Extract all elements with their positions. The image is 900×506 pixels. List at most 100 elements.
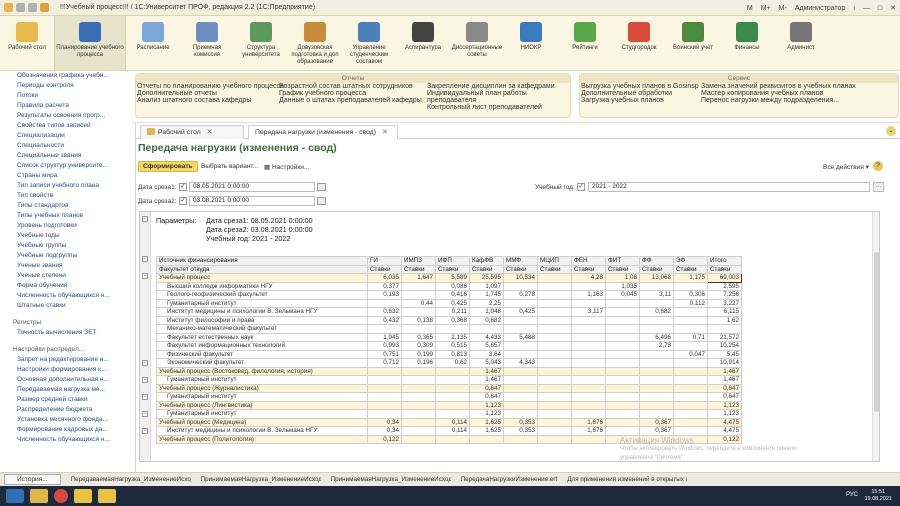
calendar-icon[interactable] bbox=[317, 197, 326, 205]
table-cell[interactable]: 6,496 bbox=[639, 332, 674, 342]
table-cell[interactable]: 0,62 bbox=[435, 358, 470, 368]
table-cell[interactable] bbox=[605, 409, 640, 419]
table-cell[interactable]: 5,45 bbox=[707, 349, 742, 359]
clock[interactable]: 15:51 19.08.2021 bbox=[864, 489, 892, 503]
section-14[interactable]: Админист bbox=[774, 16, 828, 70]
table-cell[interactable] bbox=[435, 392, 470, 402]
header-cell[interactable]: Ставки bbox=[605, 264, 640, 274]
table-cell[interactable]: 3,64 bbox=[469, 349, 504, 359]
table-cell[interactable]: 0,086 bbox=[435, 281, 470, 291]
table-cell[interactable] bbox=[401, 366, 436, 376]
forward-icon[interactable] bbox=[28, 3, 37, 12]
window-control-0[interactable]: M bbox=[747, 5, 753, 12]
command-link[interactable]: Дополнительные обработки bbox=[581, 90, 701, 97]
table-cell[interactable] bbox=[639, 375, 674, 385]
table-cell[interactable] bbox=[537, 290, 572, 300]
date2-checkbox[interactable]: ✓ bbox=[179, 197, 187, 205]
section-8[interactable]: Диссертационные советы bbox=[450, 16, 504, 70]
table-cell[interactable] bbox=[435, 324, 470, 334]
table-cell[interactable] bbox=[605, 307, 640, 317]
header-cell[interactable]: ЭФ bbox=[673, 256, 708, 266]
table-cell[interactable] bbox=[537, 358, 572, 368]
table-cell[interactable] bbox=[605, 383, 640, 393]
table-cell[interactable] bbox=[537, 375, 572, 385]
table-cell[interactable] bbox=[503, 375, 538, 385]
table-cell[interactable] bbox=[367, 383, 402, 393]
command-link[interactable]: Возрастной состав штатных сотрудников bbox=[279, 83, 427, 90]
section-9[interactable]: НИОКР bbox=[504, 16, 558, 70]
table-cell[interactable] bbox=[401, 417, 436, 427]
table-cell[interactable] bbox=[367, 409, 402, 419]
table-cell[interactable]: 0,211 bbox=[435, 307, 470, 317]
table-cell[interactable] bbox=[435, 366, 470, 376]
table-cell[interactable]: 1,175 bbox=[673, 273, 708, 283]
section-1[interactable]: Планирование учебного процесса bbox=[54, 16, 126, 70]
table-cell[interactable]: 0,047 bbox=[673, 349, 708, 359]
table-cell[interactable] bbox=[605, 349, 640, 359]
table-cell[interactable]: Гуманитарный институт bbox=[156, 375, 368, 385]
sidebar-item[interactable]: Периоды контроля bbox=[0, 81, 133, 91]
table-cell[interactable]: 0,353 bbox=[503, 417, 538, 427]
table-cell[interactable]: 0,353 bbox=[503, 426, 538, 436]
table-cell[interactable]: 0,416 bbox=[435, 290, 470, 300]
table-cell[interactable]: Механико-математический факультет bbox=[156, 324, 368, 334]
table-cell[interactable] bbox=[639, 349, 674, 359]
table-cell[interactable] bbox=[367, 366, 402, 376]
sidebar-item[interactable]: Ученые степени bbox=[0, 271, 133, 281]
table-cell[interactable] bbox=[639, 383, 674, 393]
table-cell[interactable]: 0,647 bbox=[469, 392, 504, 402]
table-cell[interactable]: 0,515 bbox=[435, 341, 470, 351]
collapse-icon[interactable]: − bbox=[142, 377, 148, 383]
sidebar-item[interactable]: Правила расчета bbox=[0, 101, 133, 111]
sidebar-item[interactable]: Тип свойств bbox=[0, 191, 133, 201]
table-cell[interactable]: Институт философии и права bbox=[156, 315, 368, 325]
collapse-icon[interactable]: − bbox=[142, 273, 148, 279]
table-cell[interactable]: 0,199 bbox=[401, 349, 436, 359]
section-2[interactable]: Расписание bbox=[126, 16, 180, 70]
table-cell[interactable] bbox=[673, 366, 708, 376]
section-7[interactable]: Аспирантура bbox=[396, 16, 450, 70]
start-icon[interactable] bbox=[6, 489, 24, 503]
header-cell[interactable]: Источник финансирования bbox=[156, 256, 368, 266]
sidebar-item[interactable]: Основная дополнительная н... bbox=[0, 375, 133, 385]
table-cell[interactable]: 3,117 bbox=[571, 307, 606, 317]
table-cell[interactable]: 0,368 bbox=[435, 315, 470, 325]
table-cell[interactable]: 7,256 bbox=[707, 290, 742, 300]
table-cell[interactable] bbox=[639, 392, 674, 402]
table-cell[interactable]: Учебный процесс (Востоковед, филология, … bbox=[156, 366, 368, 376]
back-icon[interactable] bbox=[16, 3, 25, 12]
table-cell[interactable]: 1,467 bbox=[707, 375, 742, 385]
table-cell[interactable]: 1,123 bbox=[469, 409, 504, 419]
table-cell[interactable]: 0,114 bbox=[435, 426, 470, 436]
table-cell[interactable]: 4,343 bbox=[503, 358, 538, 368]
app-window-tab[interactable]: ПринимаемаяНагрузка_ИзменениеИсходныхДа.… bbox=[331, 476, 451, 483]
table-cell[interactable]: 1,048 bbox=[469, 307, 504, 317]
table-cell[interactable] bbox=[401, 392, 436, 402]
table-cell[interactable]: 0,045 bbox=[605, 290, 640, 300]
table-cell[interactable]: 1,097 bbox=[469, 281, 504, 291]
table-cell[interactable] bbox=[673, 383, 708, 393]
table-cell[interactable]: Экономический факультет bbox=[156, 358, 368, 368]
table-cell[interactable]: 5,589 bbox=[435, 273, 470, 283]
table-cell[interactable] bbox=[605, 392, 640, 402]
window-control-5[interactable]: — bbox=[863, 5, 870, 12]
table-cell[interactable] bbox=[571, 324, 606, 334]
table-cell[interactable] bbox=[503, 383, 538, 393]
header-cell[interactable]: Ставки bbox=[503, 264, 538, 274]
table-cell[interactable]: 0,377 bbox=[367, 281, 402, 291]
table-cell[interactable]: 1,123 bbox=[469, 400, 504, 410]
table-cell[interactable] bbox=[503, 366, 538, 376]
table-cell[interactable]: 10,534 bbox=[503, 273, 538, 283]
table-cell[interactable] bbox=[571, 298, 606, 308]
command-link[interactable]: Перенос нагрузки между подразделения... bbox=[701, 97, 897, 104]
vertical-scrollbar[interactable] bbox=[872, 212, 879, 461]
table-cell[interactable] bbox=[639, 281, 674, 291]
table-cell[interactable] bbox=[605, 332, 640, 342]
collapse-icon[interactable]: − bbox=[142, 360, 148, 366]
command-link[interactable]: Загрузка учебных планов bbox=[581, 97, 701, 104]
table-cell[interactable] bbox=[571, 434, 606, 444]
table-cell[interactable]: Факультет естественных наук bbox=[156, 332, 368, 342]
table-cell[interactable] bbox=[571, 375, 606, 385]
app-window-tab[interactable]: ПринимаемаяНагрузка_ИзменениеИсходныхДа.… bbox=[201, 476, 321, 483]
table-cell[interactable] bbox=[605, 366, 640, 376]
